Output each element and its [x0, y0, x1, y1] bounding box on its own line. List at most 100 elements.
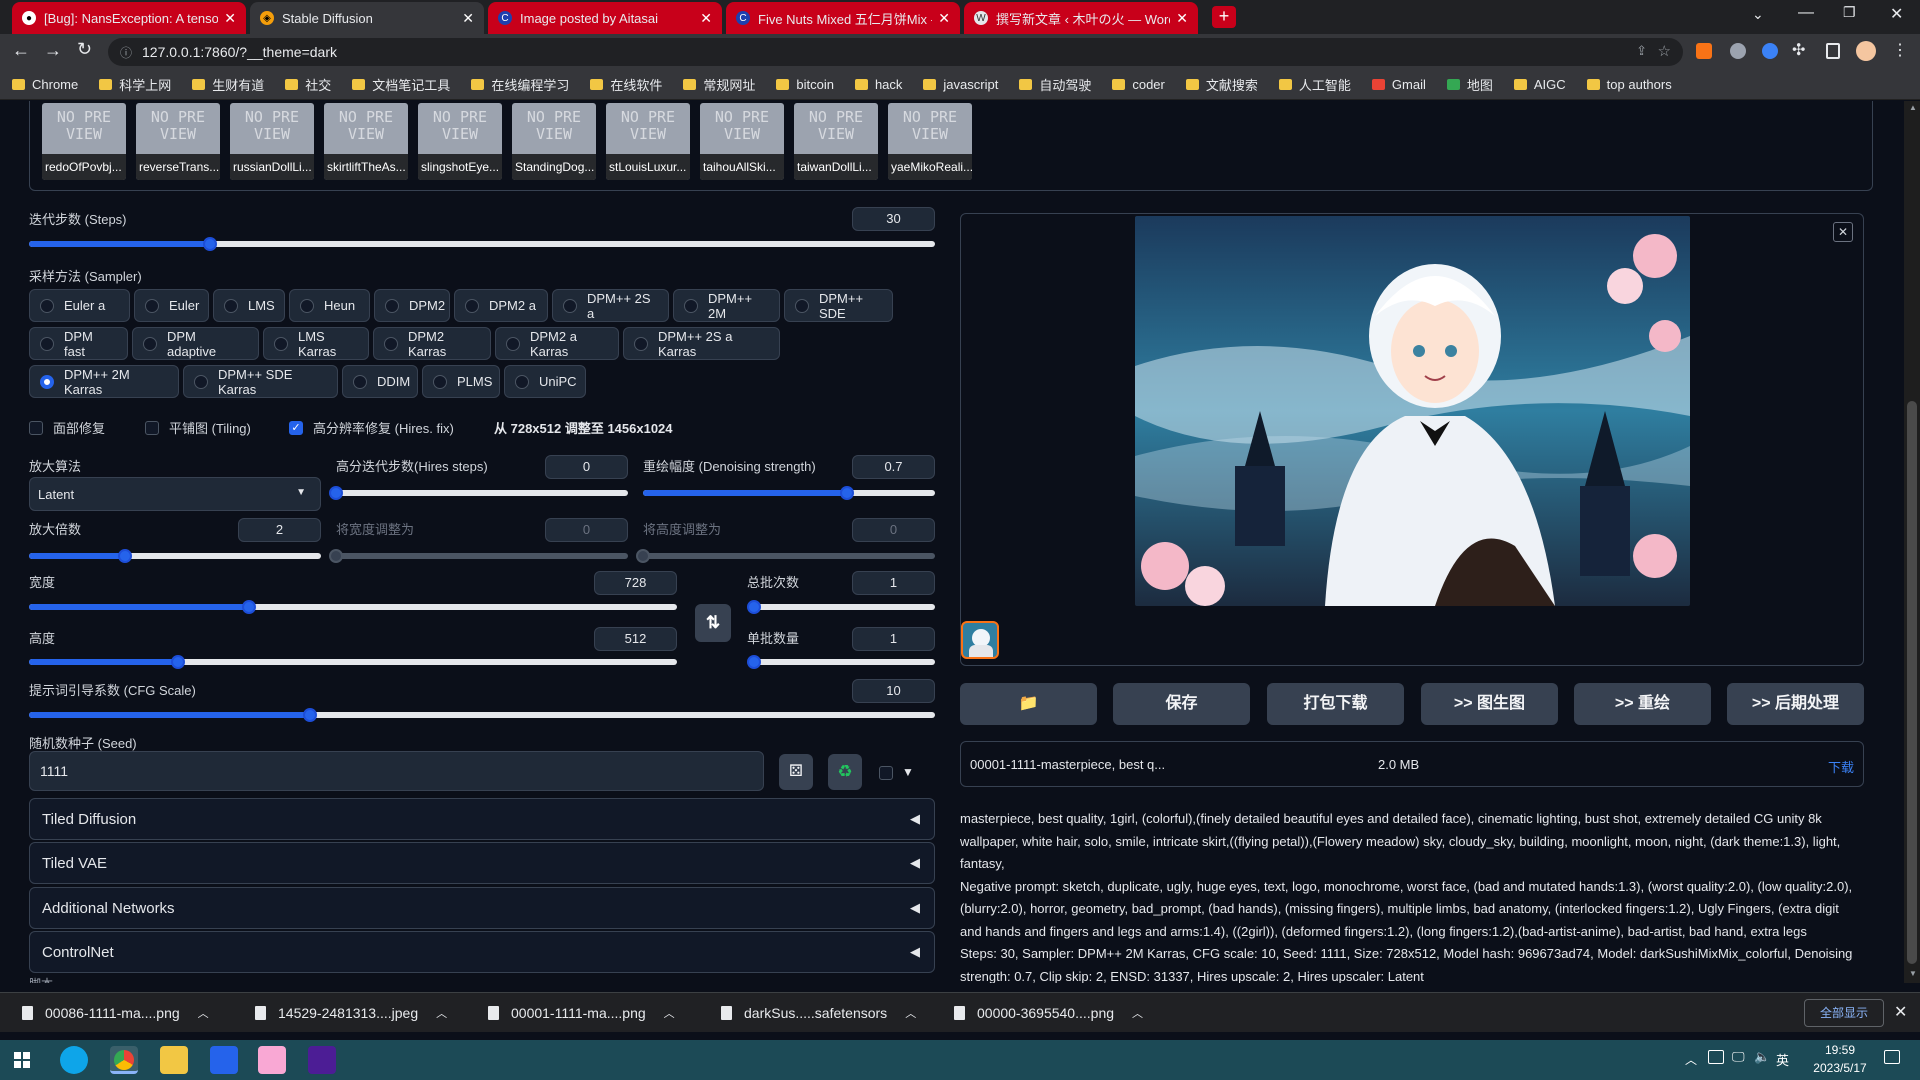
tray-app-icon[interactable] — [1708, 1050, 1724, 1064]
hires-fix-checkbox[interactable]: ✓ 高分辨率修复 (Hires. fix) — [289, 418, 454, 437]
steps-slider[interactable] — [29, 237, 935, 251]
sampler-option[interactable]: Heun — [289, 289, 370, 322]
bookmark-item[interactable]: bitcoin — [776, 77, 834, 92]
batch-size-input[interactable]: 1 — [852, 627, 935, 651]
sampler-option[interactable]: DPM2 a Karras — [495, 327, 619, 360]
download-item[interactable]: 00000-3695540....png ︿ — [954, 993, 1143, 1033]
show-all-downloads-button[interactable]: 全部显示 — [1804, 999, 1884, 1027]
sampler-option[interactable]: DPM2 Karras — [373, 327, 491, 360]
sampler-option[interactable]: DPM2 a — [454, 289, 548, 322]
lora-card[interactable]: NO PREVIEW skirtliftTheAs... — [324, 103, 408, 180]
accordion-additional-networks[interactable]: Additional Networks ◀ — [29, 887, 935, 929]
extension-bird-icon[interactable] — [1762, 43, 1778, 59]
close-tab-icon[interactable]: ✕ — [224, 10, 236, 27]
sampler-option[interactable]: PLMS — [422, 365, 500, 398]
chevron-up-icon[interactable]: ︿ — [664, 1005, 675, 1021]
tray-chevron-icon[interactable]: ︿ — [1685, 1051, 1697, 1068]
side-panel-icon[interactable] — [1826, 43, 1840, 59]
sampler-option[interactable]: DPM++ 2S a — [552, 289, 669, 322]
close-downloads-icon[interactable]: ✕ — [1894, 1002, 1907, 1022]
tab-search-icon[interactable]: ⌄ — [1752, 6, 1764, 23]
resize-height-input[interactable]: 0 — [852, 518, 935, 542]
scrollbar-thumb[interactable] — [1907, 401, 1917, 964]
checkbox-box[interactable]: ✓ — [289, 420, 303, 435]
triangle-down-icon[interactable]: ▼ — [902, 765, 914, 779]
sampler-option[interactable]: LMS Karras — [263, 327, 369, 360]
store-icon[interactable] — [210, 1046, 238, 1074]
bookmark-item[interactable]: 科学上网 — [99, 75, 171, 94]
back-icon[interactable]: ← — [12, 40, 30, 61]
steps-input[interactable]: 30 — [852, 207, 935, 231]
seed-input[interactable]: 1111 — [29, 751, 764, 791]
menu-dots-icon[interactable]: ⋮ — [1892, 40, 1908, 60]
sampler-option[interactable]: DPM++ 2M — [673, 289, 780, 322]
profile-avatar[interactable] — [1856, 41, 1876, 61]
volume-icon[interactable]: 🔈 — [1754, 1049, 1770, 1065]
bookmark-item[interactable]: 常规网址 — [683, 75, 755, 94]
upscale-by-input[interactable]: 2 — [238, 518, 321, 542]
lora-card[interactable]: NO PREVIEW reverseTrans... — [136, 103, 220, 180]
restore-faces-checkbox[interactable]: 面部修复 — [29, 418, 105, 437]
edge-icon[interactable] — [60, 1046, 88, 1074]
close-tab-icon[interactable]: ✕ — [1176, 10, 1188, 27]
sampler-option[interactable]: DPM++ SDE — [784, 289, 893, 322]
sampler-option[interactable]: DPM++ SDE Karras — [183, 365, 338, 398]
download-item[interactable]: 14529-2481313....jpeg ︿ — [255, 993, 447, 1033]
send-to-extras-button[interactable]: >> 后期处理 — [1727, 683, 1864, 725]
lora-card[interactable]: NO PREVIEW slingshotEye... — [418, 103, 502, 180]
height-slider[interactable] — [29, 655, 677, 669]
send-to-img2img-button[interactable]: >> 图生图 — [1421, 683, 1558, 725]
notification-icon[interactable] — [1884, 1050, 1900, 1064]
lora-card[interactable]: NO PREVIEW taihouAllSki... — [700, 103, 784, 180]
tab-nans-exception[interactable]: ● [Bug]: NansException: A tenso ✕ — [12, 2, 246, 34]
bookmark-item[interactable]: javascript — [923, 77, 998, 92]
resize-height-slider[interactable] — [636, 549, 935, 563]
cfg-scale-input[interactable]: 10 — [852, 679, 935, 703]
clock-date[interactable]: 2023/5/17 — [1805, 1061, 1875, 1075]
chevron-up-icon[interactable]: ︿ — [198, 1005, 209, 1021]
accordion-tiled-vae[interactable]: Tiled VAE ◀ — [29, 842, 935, 884]
restore-button[interactable]: ❐ — [1843, 4, 1856, 21]
height-input[interactable]: 512 — [594, 627, 677, 651]
sampler-option[interactable]: DPM2 — [374, 289, 450, 322]
bookmark-item[interactable]: 社交 — [285, 75, 331, 94]
tab-stable-diffusion[interactable]: ◈ Stable Diffusion ✕ — [250, 2, 484, 34]
hires-steps-slider[interactable] — [329, 486, 628, 500]
recycle-icon[interactable]: ♻ — [828, 754, 862, 790]
scroll-down-icon[interactable]: ▼ — [1909, 969, 1917, 978]
bookmark-item[interactable]: top authors — [1586, 77, 1672, 92]
chevron-up-icon[interactable]: ︿ — [1132, 1005, 1143, 1021]
windows-start-icon[interactable] — [14, 1052, 30, 1068]
bookmark-item[interactable]: 人工智能 — [1278, 75, 1351, 94]
denoising-input[interactable]: 0.7 — [852, 455, 935, 479]
batch-count-input[interactable]: 1 — [852, 571, 935, 595]
batch-count-slider[interactable] — [747, 600, 935, 614]
sampler-option[interactable]: DPM++ 2M Karras — [29, 365, 179, 398]
generated-image[interactable] — [1135, 216, 1690, 606]
extension-icon[interactable] — [1730, 43, 1746, 59]
bookmark-item[interactable]: coder — [1112, 77, 1165, 92]
open-folder-button[interactable]: 📁 — [960, 683, 1097, 725]
sampler-option[interactable]: Euler — [134, 289, 209, 322]
lora-card[interactable]: NO PREVIEW StandingDog... — [512, 103, 596, 180]
checkbox-box[interactable] — [145, 420, 159, 435]
network-icon[interactable]: 🖵 — [1732, 1049, 1745, 1065]
close-window-button[interactable]: ✕ — [1890, 4, 1903, 24]
sampler-option[interactable]: Euler a — [29, 289, 130, 322]
accordion-tiled-diffusion[interactable]: Tiled Diffusion ◀ — [29, 798, 935, 840]
forward-icon[interactable]: → — [44, 40, 62, 61]
zip-download-button[interactable]: 打包下载 — [1267, 683, 1404, 725]
lora-card[interactable]: NO PREVIEW taiwanDollLi... — [794, 103, 878, 180]
close-icon[interactable]: ✕ — [1833, 222, 1853, 242]
lora-card[interactable]: NO PREVIEW yaeMikoReali... — [888, 103, 972, 180]
lora-card[interactable]: NO PREVIEW stLouisLuxur... — [606, 103, 690, 180]
file-explorer-icon[interactable] — [160, 1046, 188, 1074]
cfg-scale-slider[interactable] — [29, 708, 935, 722]
resize-width-slider[interactable] — [329, 549, 628, 563]
sampler-option[interactable]: LMS — [213, 289, 285, 322]
batch-size-slider[interactable] — [747, 655, 935, 669]
bookmark-star-icon[interactable]: ☆ — [1658, 42, 1671, 60]
bookmark-item[interactable]: 地图 — [1446, 75, 1493, 94]
sampler-option[interactable]: UniPC — [504, 365, 586, 398]
chevron-up-icon[interactable]: ︿ — [436, 1005, 447, 1021]
